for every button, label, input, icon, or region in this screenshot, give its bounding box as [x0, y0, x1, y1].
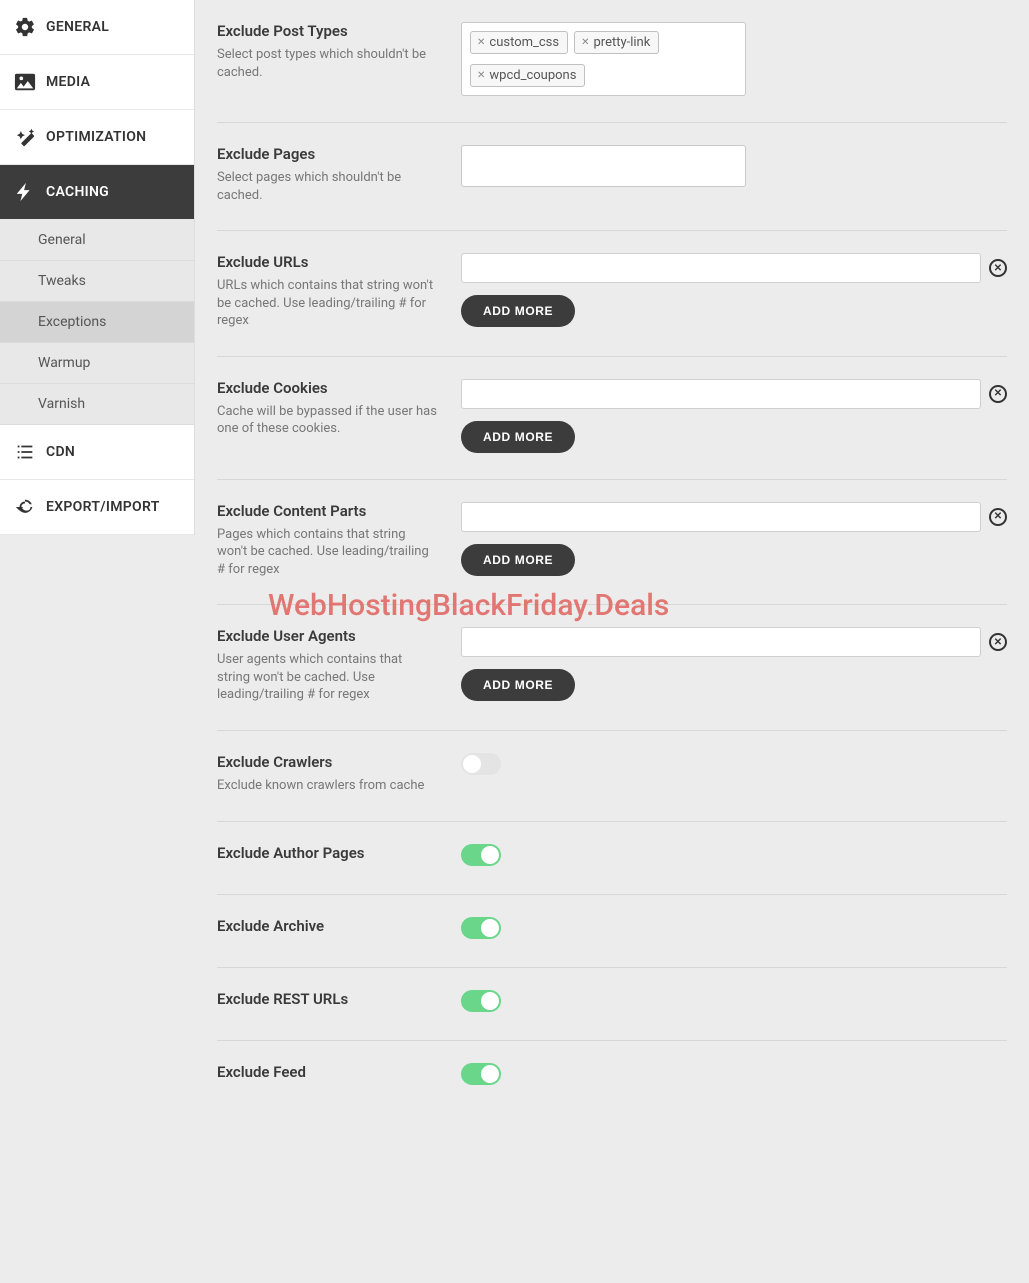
row-title: Exclude REST URLs: [217, 990, 437, 1008]
list-icon: [14, 441, 36, 463]
subitem-varnish[interactable]: Varnish: [0, 384, 194, 425]
toggle-exclude-rest[interactable]: [461, 990, 501, 1012]
row-exclude-user-agents: Exclude User Agents User agents which co…: [217, 605, 1007, 731]
subitem-general[interactable]: General: [0, 220, 194, 261]
token[interactable]: ✕ pretty-link: [574, 31, 659, 54]
remove-row-icon[interactable]: [989, 385, 1007, 403]
sidebar-item-optimization[interactable]: OPTIMIZATION: [0, 110, 194, 165]
row-desc: Cache will be bypassed if the user has o…: [217, 403, 437, 438]
row-title: Exclude Feed: [217, 1063, 437, 1081]
token-label: custom_css: [489, 35, 559, 50]
row-desc: Select post types which shouldn't be cac…: [217, 46, 437, 81]
sidebar-item-label: CACHING: [46, 184, 109, 200]
sidebar-item-label: GENERAL: [46, 19, 109, 35]
sidebar-item-export-import[interactable]: EXPORT/IMPORT: [0, 480, 194, 535]
exclude-ua-input[interactable]: [461, 627, 981, 657]
row-exclude-content-parts: Exclude Content Parts Pages which contai…: [217, 480, 1007, 606]
row-title: Exclude Post Types: [217, 22, 437, 40]
main-content: Exclude Post Types Select post types whi…: [195, 0, 1029, 1283]
remove-row-icon[interactable]: [989, 633, 1007, 651]
row-exclude-archive: Exclude Archive: [217, 895, 1007, 968]
token[interactable]: ✕ wpcd_coupons: [470, 64, 585, 87]
sidebar-item-label: CDN: [46, 444, 75, 460]
gear-icon: [14, 16, 36, 38]
remove-row-icon[interactable]: [989, 508, 1007, 526]
subitem-tweaks[interactable]: Tweaks: [0, 261, 194, 302]
subitem-exceptions[interactable]: Exceptions: [0, 302, 194, 343]
row-title: Exclude Crawlers: [217, 753, 437, 771]
sidebar: GENERAL MEDIA OPTIMIZATION CACHING Gener…: [0, 0, 195, 535]
sidebar-item-general[interactable]: GENERAL: [0, 0, 194, 55]
sidebar-item-caching[interactable]: CACHING: [0, 165, 194, 220]
post-types-tokenbox[interactable]: ✕ custom_css ✕ pretty-link ✕ wpcd_coupons: [461, 22, 746, 96]
subitem-warmup[interactable]: Warmup: [0, 343, 194, 384]
token-remove-icon[interactable]: ✕: [477, 70, 485, 81]
row-exclude-post-types: Exclude Post Types Select post types whi…: [217, 0, 1007, 123]
sidebar-item-label: MEDIA: [46, 74, 90, 90]
remove-row-icon[interactable]: [989, 259, 1007, 277]
row-desc: Pages which contains that string won't b…: [217, 526, 437, 579]
exclude-cookie-input[interactable]: [461, 379, 981, 409]
token-remove-icon[interactable]: ✕: [581, 37, 589, 48]
row-exclude-cookies: Exclude Cookies Cache will be bypassed i…: [217, 357, 1007, 480]
refresh-icon: [14, 496, 36, 518]
toggle-exclude-feed[interactable]: [461, 1063, 501, 1085]
row-exclude-feed: Exclude Feed: [217, 1041, 1007, 1113]
row-title: Exclude Author Pages: [217, 844, 437, 862]
add-more-button[interactable]: ADD MORE: [461, 295, 575, 327]
wand-icon: [14, 126, 36, 148]
exclude-url-input[interactable]: [461, 253, 981, 283]
image-icon: [14, 71, 36, 93]
sidebar-item-label: EXPORT/IMPORT: [46, 499, 160, 515]
row-exclude-urls: Exclude URLs URLs which contains that st…: [217, 231, 1007, 357]
row-exclude-crawlers: Exclude Crawlers Exclude known crawlers …: [217, 731, 1007, 822]
add-more-button[interactable]: ADD MORE: [461, 669, 575, 701]
sidebar-item-cdn[interactable]: CDN: [0, 425, 194, 480]
toggle-exclude-author[interactable]: [461, 844, 501, 866]
row-desc: Select pages which shouldn't be cached.: [217, 169, 437, 204]
row-title: Exclude Cookies: [217, 379, 437, 397]
add-more-button[interactable]: ADD MORE: [461, 421, 575, 453]
row-title: Exclude Content Parts: [217, 502, 437, 520]
toggle-exclude-archive[interactable]: [461, 917, 501, 939]
token-remove-icon[interactable]: ✕: [477, 37, 485, 48]
exclude-content-input[interactable]: [461, 502, 981, 532]
token-label: wpcd_coupons: [489, 68, 576, 83]
row-title: Exclude User Agents: [217, 627, 437, 645]
row-title: Exclude Pages: [217, 145, 437, 163]
row-desc: User agents which contains that string w…: [217, 651, 437, 704]
row-exclude-rest: Exclude REST URLs: [217, 968, 1007, 1041]
token-label: pretty-link: [594, 35, 651, 50]
row-title: Exclude Archive: [217, 917, 437, 935]
sidebar-item-label: OPTIMIZATION: [46, 129, 146, 145]
row-desc: URLs which contains that string won't be…: [217, 277, 437, 330]
row-exclude-author-pages: Exclude Author Pages: [217, 822, 1007, 895]
pages-tokenbox[interactable]: [461, 145, 746, 187]
bolt-icon: [14, 181, 36, 203]
sidebar-item-media[interactable]: MEDIA: [0, 55, 194, 110]
row-exclude-pages: Exclude Pages Select pages which shouldn…: [217, 123, 1007, 231]
add-more-button[interactable]: ADD MORE: [461, 544, 575, 576]
toggle-exclude-crawlers[interactable]: [461, 753, 501, 775]
row-title: Exclude URLs: [217, 253, 437, 271]
sidebar-submenu: General Tweaks Exceptions Warmup Varnish: [0, 220, 194, 425]
token[interactable]: ✕ custom_css: [470, 31, 568, 54]
row-desc: Exclude known crawlers from cache: [217, 777, 437, 795]
